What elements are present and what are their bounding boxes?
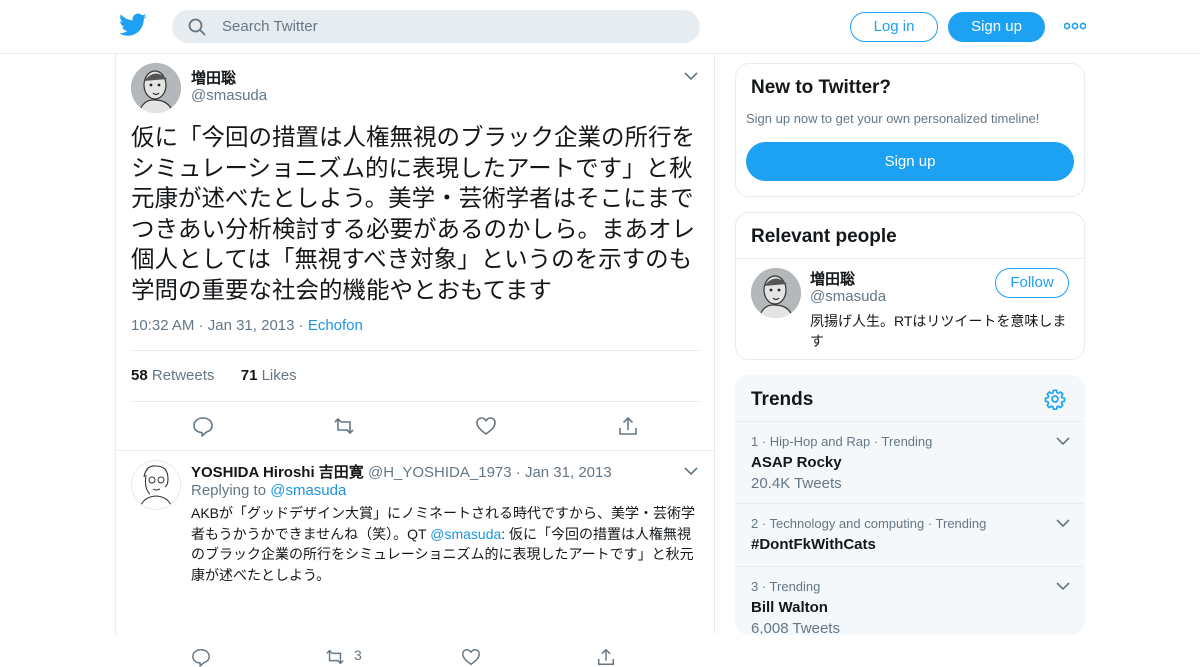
chevron-down-icon[interactable] [1056,518,1070,528]
reply-author-name[interactable]: YOSHIDA Hiroshi 吉田寛 [191,464,364,481]
card-title: Trends [751,389,814,410]
tweet-stats: 58 Retweets 71 Likes [131,367,297,384]
separator: · [198,317,208,334]
like-icon[interactable] [461,647,481,667]
follow-button[interactable]: Follow [995,268,1069,298]
avatar[interactable] [131,460,181,510]
card-title: Relevant people [751,226,897,247]
new-to-twitter-card: New to Twitter? Sign up now to get your … [735,63,1085,197]
divider [131,401,700,402]
like-icon[interactable] [475,415,497,437]
trend-context: 3 · Trending [751,579,821,594]
avatar[interactable] [751,268,801,318]
reply-tweet[interactable]: YOSHIDA Hiroshi 吉田寛 @H_YOSHIDA_1973 · Ja… [116,451,714,667]
reply-retweet-count: 3 [354,647,362,663]
trend-count: 20.4K Tweets [751,475,842,492]
like-label: Likes [261,367,297,384]
tweet-source-link[interactable]: Echofon [308,317,363,334]
separator: · [298,317,308,334]
avatar-drawing-icon [751,268,801,318]
trend-context: 1 · Hip-Hop and Rap · Trending [751,434,933,449]
like-count: 71 [240,367,258,384]
trend-context: 2 · Technology and computing · Trending [751,516,987,531]
person-handle[interactable]: @smasuda [810,288,886,305]
reply-icon[interactable] [191,647,211,667]
author-name[interactable]: 増田聡 [191,67,236,88]
author-handle[interactable]: @smasuda [191,87,267,104]
trend-name[interactable]: #DontFkWithCats [751,536,876,553]
tweet-time[interactable]: 10:32 AM [131,317,194,334]
reply-text: AKBが「グッドデザイン大賞」にノミネートされる時代ですから、美学・芸術学者もう… [191,503,696,585]
tweet-column: 増田聡 @smasuda 仮に「今回の措置は人権無視のブラック企業の所行をシミュ… [115,54,715,667]
signup-button[interactable]: Sign up [948,12,1045,42]
trend-item[interactable]: 3 · Trending Bill Walton 6,008 Tweets [736,566,1084,635]
login-button[interactable]: Log in [850,12,938,42]
search-icon [188,18,206,36]
chevron-down-icon[interactable] [684,71,698,81]
search-box[interactable]: Search Twitter [172,10,700,43]
more-options-icon[interactable] [1064,21,1086,31]
chevron-down-icon[interactable] [684,466,698,476]
sidebar-signup-button[interactable]: Sign up [746,142,1074,181]
card-subtitle: Sign up now to get your own personalized… [746,111,1040,126]
replying-prefix: Replying to [191,482,267,499]
trend-name[interactable]: ASAP Rocky [751,454,842,471]
search-input[interactable]: Search Twitter [222,18,318,35]
trend-item[interactable]: 2 · Technology and computing · Trending … [736,503,1084,566]
avatar[interactable] [131,63,181,113]
share-icon[interactable] [617,415,639,437]
gear-icon[interactable] [1044,388,1066,410]
person-name[interactable]: 増田聡 [810,268,855,289]
retweet-icon[interactable] [325,647,345,667]
reply-icon[interactable] [192,415,214,437]
tweet-timestamp: 10:32 AM · Jan 31, 2013 · Echofon [131,317,363,334]
tweet-date[interactable]: Jan 31, 2013 [208,317,295,334]
reply-author-handle[interactable]: @H_YOSHIDA_1973 [368,464,512,481]
trend-count: 6,008 Tweets [751,620,840,635]
retweet-count: 58 [131,367,148,384]
like-stat[interactable]: 71 Likes [241,367,297,384]
replying-to-link[interactable]: @smasuda [270,482,346,499]
relevant-people-card: Relevant people 増田聡 @smasuda Follow 夙揚げ人… [735,212,1085,360]
avatar-drawing-icon [131,63,181,113]
top-navigation-bar: Search Twitter Log in Sign up [0,0,1200,54]
replying-to: Replying to @smasuda [191,482,346,499]
reply-date[interactable]: Jan 31, 2013 [525,464,612,481]
share-icon[interactable] [596,647,616,667]
twitter-bird-icon[interactable] [119,13,147,37]
tweet-text: 仮に「今回の措置は人権無視のブラック企業の所行をシミュレーショニズム的に表現した… [131,124,695,303]
person-bio: 夙揚げ人生。RTはリツイートを意味します [810,313,1067,349]
avatar-drawing-icon [132,461,180,509]
divider [736,258,1084,259]
retweet-label: Retweets [151,367,215,384]
chevron-down-icon[interactable] [1056,581,1070,591]
reply-author[interactable]: YOSHIDA Hiroshi 吉田寛 @H_YOSHIDA_1973 · Ja… [191,461,612,482]
retweet-stat[interactable]: 58 Retweets [131,367,214,384]
card-title: New to Twitter? [751,77,892,98]
divider [131,350,700,351]
trends-card: Trends 1 · Hip-Hop and Rap · Trending AS… [735,375,1085,635]
trend-name[interactable]: Bill Walton [751,599,828,616]
separator: · [515,464,525,481]
retweet-icon[interactable] [333,415,355,437]
trend-item[interactable]: 1 · Hip-Hop and Rap · Trending ASAP Rock… [736,421,1084,503]
chevron-down-icon[interactable] [1056,436,1070,446]
mention-link[interactable]: @smasuda [430,526,501,542]
